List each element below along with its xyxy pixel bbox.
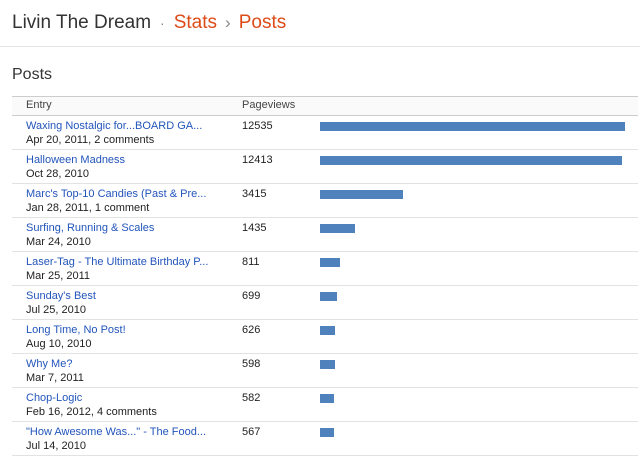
table-row: Why Me? Mar 7, 2011 598 bbox=[12, 354, 638, 388]
column-header-entry: Entry bbox=[26, 99, 52, 111]
table-row: Laser-Tag - The Ultimate Birthday P... Ma… bbox=[12, 252, 638, 286]
posts-table: Entry Pageviews Waxing Nostalgic for...B… bbox=[12, 96, 638, 456]
post-meta: Mar 7, 2011 bbox=[26, 372, 84, 384]
chevron-right-icon: › bbox=[225, 13, 231, 32]
post-title-link[interactable]: Long Time, No Post! bbox=[26, 323, 226, 337]
pageviews-bar bbox=[320, 224, 355, 233]
pageviews-value: 567 bbox=[242, 426, 261, 438]
pageviews-bar bbox=[320, 190, 403, 199]
post-meta: Jan 28, 2011, 1 comment bbox=[26, 202, 150, 214]
post-title-link[interactable]: Waxing Nostalgic for...BOARD GA... bbox=[26, 119, 226, 133]
entry-cell: Sunday's Best Jul 25, 2010 bbox=[26, 289, 226, 317]
table-row: Long Time, No Post! Aug 10, 2010 626 bbox=[12, 320, 638, 354]
entry-cell: "How Awesome Was..." - The Food... Jul 14… bbox=[26, 425, 226, 453]
entry-cell: Surfing, Running & Scales Mar 24, 2010 bbox=[26, 221, 226, 249]
entry-cell: Marc's Top-10 Candies (Past & Pre... Jan … bbox=[26, 187, 226, 215]
pageviews-bar bbox=[320, 326, 335, 335]
pageviews-value: 3415 bbox=[242, 188, 267, 200]
post-meta: Jul 25, 2010 bbox=[26, 304, 86, 316]
breadcrumb-stats-link[interactable]: Stats bbox=[174, 12, 217, 34]
breadcrumb-separator: · bbox=[160, 15, 165, 31]
table-row: Sunday's Best Jul 25, 2010 699 bbox=[12, 286, 638, 320]
post-meta: Oct 28, 2010 bbox=[26, 168, 89, 180]
post-meta: Aug 10, 2010 bbox=[26, 338, 92, 350]
pageviews-bar bbox=[320, 156, 622, 165]
table-row: Waxing Nostalgic for...BOARD GA... Apr 20… bbox=[12, 116, 638, 150]
post-title-link[interactable]: Why Me? bbox=[26, 357, 226, 371]
post-title-link[interactable]: Laser-Tag - The Ultimate Birthday P... bbox=[26, 255, 226, 269]
pageviews-bar bbox=[320, 258, 340, 267]
post-meta: Feb 16, 2012, 4 comments bbox=[26, 406, 157, 418]
pageviews-bar bbox=[320, 292, 337, 301]
entry-cell: Halloween Madness Oct 28, 2010 bbox=[26, 153, 226, 181]
post-title-link[interactable]: Halloween Madness bbox=[26, 153, 226, 167]
pageviews-value: 598 bbox=[242, 358, 261, 370]
pageviews-value: 582 bbox=[242, 392, 261, 404]
table-header: Entry Pageviews bbox=[12, 96, 638, 116]
pageviews-bar bbox=[320, 428, 334, 437]
pageviews-value: 1435 bbox=[242, 222, 267, 234]
post-title-link[interactable]: "How Awesome Was..." - The Food... bbox=[26, 425, 226, 439]
table-body: Waxing Nostalgic for...BOARD GA... Apr 20… bbox=[12, 116, 638, 456]
table-row: Marc's Top-10 Candies (Past & Pre... Jan … bbox=[12, 184, 638, 218]
breadcrumb: Livin The Dream · Stats › Posts bbox=[0, 0, 640, 47]
entry-cell: Chop-Logic Feb 16, 2012, 4 comments bbox=[26, 391, 226, 419]
pageviews-value: 699 bbox=[242, 290, 261, 302]
column-header-pageviews: Pageviews bbox=[242, 99, 296, 111]
pageviews-bar bbox=[320, 122, 625, 131]
table-row: Surfing, Running & Scales Mar 24, 2010 143… bbox=[12, 218, 638, 252]
post-title-link[interactable]: Sunday's Best bbox=[26, 289, 226, 303]
post-title-link[interactable]: Chop-Logic bbox=[26, 391, 226, 405]
breadcrumb-posts-link[interactable]: Posts bbox=[239, 12, 287, 34]
blog-name: Livin The Dream bbox=[12, 12, 152, 33]
post-meta: Mar 24, 2010 bbox=[26, 236, 91, 248]
table-row: Halloween Madness Oct 28, 2010 12413 bbox=[12, 150, 638, 184]
entry-cell: Waxing Nostalgic for...BOARD GA... Apr 20… bbox=[26, 119, 226, 147]
post-meta: Mar 25, 2011 bbox=[26, 270, 91, 282]
table-row: "How Awesome Was..." - The Food... Jul 14… bbox=[12, 422, 638, 456]
section-title: Posts bbox=[12, 66, 53, 83]
post-title-link[interactable]: Marc's Top-10 Candies (Past & Pre... bbox=[26, 187, 226, 201]
pageviews-value: 626 bbox=[242, 324, 261, 336]
entry-cell: Long Time, No Post! Aug 10, 2010 bbox=[26, 323, 226, 351]
post-meta: Apr 20, 2011, 2 comments bbox=[26, 134, 155, 146]
pageviews-bar bbox=[320, 360, 335, 369]
pageviews-value: 12413 bbox=[242, 154, 273, 166]
pageviews-value: 12535 bbox=[242, 120, 273, 132]
entry-cell: Laser-Tag - The Ultimate Birthday P... Ma… bbox=[26, 255, 226, 283]
pageviews-value: 811 bbox=[242, 256, 260, 268]
entry-cell: Why Me? Mar 7, 2011 bbox=[26, 357, 226, 385]
post-title-link[interactable]: Surfing, Running & Scales bbox=[26, 221, 226, 235]
table-row: Chop-Logic Feb 16, 2012, 4 comments 582 bbox=[12, 388, 638, 422]
post-meta: Jul 14, 2010 bbox=[26, 440, 86, 452]
pageviews-bar bbox=[320, 394, 334, 403]
